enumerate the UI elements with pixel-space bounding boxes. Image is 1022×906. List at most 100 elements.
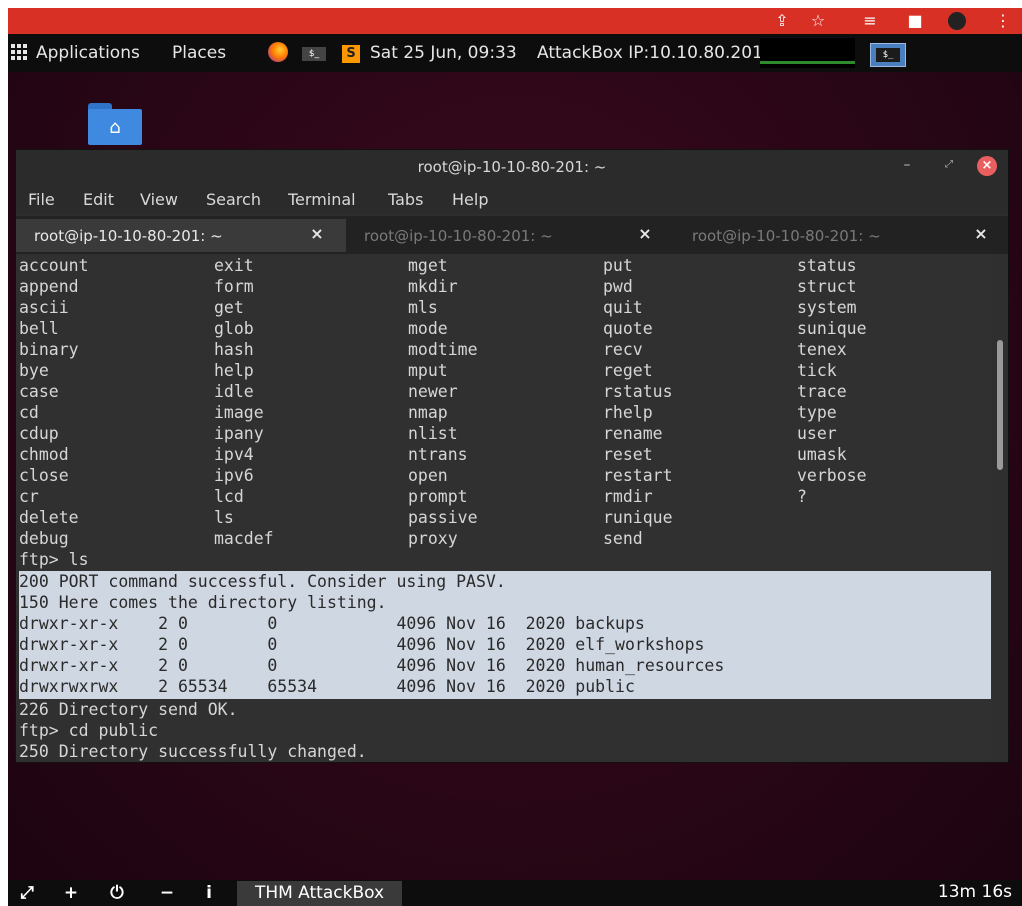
- ftp-command: prompt: [408, 487, 468, 506]
- output-line: 226 Directory send OK.: [19, 700, 238, 719]
- minimize-icon[interactable]: –: [900, 158, 914, 172]
- home-icon: ⌂: [109, 117, 121, 138]
- menu-tabs[interactable]: Tabs: [388, 190, 423, 209]
- power-icon[interactable]: ⏻: [106, 882, 128, 904]
- tab-3[interactable]: root@ip-10-10-80-201: ~ ×: [674, 219, 1008, 252]
- close-window-icon[interactable]: ×: [977, 156, 997, 176]
- ftp-command: rstatus: [603, 382, 673, 401]
- terminal-output[interactable]: account exit mget put status append form mkdir p…: [16, 254, 992, 762]
- ftp-command: cd: [19, 403, 39, 422]
- ftp-command: mput: [408, 361, 448, 380]
- maximize-icon[interactable]: ⤢: [942, 158, 956, 172]
- tab-1[interactable]: root@ip-10-10-80-201: ~ ×: [16, 219, 346, 252]
- info-icon[interactable]: i: [198, 882, 220, 904]
- ftp-command: ipv6: [214, 466, 254, 485]
- ftp-command: umask: [797, 445, 847, 464]
- firefox-launcher-icon[interactable]: [268, 42, 288, 62]
- listing-row: drwxrwxrwx 2 65534 65534 4096 Nov 16 202…: [19, 677, 635, 696]
- ftp-command: struct: [797, 277, 857, 296]
- minus-icon[interactable]: −: [156, 882, 178, 904]
- tab-2[interactable]: root@ip-10-10-80-201: ~ ×: [346, 219, 674, 252]
- ftp-command: mkdir: [408, 277, 458, 296]
- ftp-command: ls: [214, 508, 234, 527]
- window-titlebar[interactable]: root@ip-10-10-80-201: ~ – ⤢ ×: [16, 150, 1008, 184]
- output-line: 200 PORT command successful. Consider us…: [19, 572, 506, 591]
- terminal-panel-icon[interactable]: $_: [870, 43, 906, 67]
- ftp-command: idle: [214, 382, 254, 401]
- profile-avatar[interactable]: [948, 12, 966, 30]
- menu-bar: File Edit View Search Terminal Tabs Help: [16, 184, 1008, 214]
- share-icon[interactable]: ⇪: [772, 11, 792, 31]
- attackbox-ip: AttackBox IP:10.10.80.201: [537, 43, 763, 63]
- more-menu-icon[interactable]: ⋮: [993, 11, 1013, 31]
- ftp-command: get: [214, 298, 244, 317]
- ftp-command: append: [19, 277, 79, 296]
- tab-3-close-icon[interactable]: ×: [972, 225, 990, 243]
- ftp-command: send: [603, 529, 643, 548]
- ftp-command: ipv4: [214, 445, 254, 464]
- ftp-command: glob: [214, 319, 254, 338]
- ftp-command: modtime: [408, 340, 478, 359]
- window-title: root@ip-10-10-80-201: ~: [417, 158, 607, 176]
- output-line: 250 Directory successfully changed.: [19, 742, 367, 761]
- menu-view[interactable]: View: [140, 190, 178, 209]
- ftp-command: ?: [797, 487, 807, 506]
- ftp-command: tick: [797, 361, 837, 380]
- browser-toolbar: ⇪ ☆ ≡ ■ ⋮: [8, 8, 1022, 34]
- menu-terminal[interactable]: Terminal: [288, 190, 356, 209]
- tab-bar: root@ip-10-10-80-201: ~ × root@ip-10-10-…: [16, 216, 1008, 254]
- ftp-command: passive: [408, 508, 478, 527]
- bottom-dock: ⤢ + ⏻ − i THM AttackBox 13m 16s: [8, 880, 1022, 906]
- tab-2-label: root@ip-10-10-80-201: ~: [364, 227, 553, 245]
- session-timer: 13m 16s: [937, 882, 1012, 902]
- ftp-command: cdup: [19, 424, 59, 443]
- ftp-command: mget: [408, 256, 448, 275]
- ftp-command: rename: [603, 424, 663, 443]
- desktop: ⇪ ☆ ≡ ■ ⋮ Applications Places $_ S Sat 2…: [8, 8, 1022, 906]
- ftp-command: bell: [19, 319, 59, 338]
- menu-file[interactable]: File: [28, 190, 55, 209]
- tab-1-close-icon[interactable]: ×: [308, 225, 326, 243]
- ftp-command: nlist: [408, 424, 458, 443]
- menu-edit[interactable]: Edit: [83, 190, 114, 209]
- system-monitor-graph: [760, 38, 855, 68]
- listing-row: drwxr-xr-x 2 0 0 4096 Nov 16 2020 human_…: [19, 656, 725, 675]
- ftp-command: binary: [19, 340, 79, 359]
- applications-menu[interactable]: Applications: [36, 43, 140, 63]
- menu-help[interactable]: Help: [452, 190, 488, 209]
- ftp-command: form: [214, 277, 254, 296]
- ftp-command: pwd: [603, 277, 633, 296]
- attackbox-task-button[interactable]: THM AttackBox: [237, 881, 402, 906]
- ftp-command: macdef: [214, 529, 274, 548]
- ftp-command: open: [408, 466, 448, 485]
- terminal-launcher-icon[interactable]: $_: [302, 47, 326, 61]
- media-queue-icon[interactable]: ≡: [860, 11, 880, 31]
- resize-icon[interactable]: ⤢: [16, 882, 38, 904]
- ftp-command: close: [19, 466, 69, 485]
- ftp-command: exit: [214, 256, 254, 275]
- ftp-command: nmap: [408, 403, 448, 422]
- add-icon[interactable]: +: [60, 882, 82, 904]
- ftp-command: rmdir: [603, 487, 653, 506]
- ftp-command: sunique: [797, 319, 867, 338]
- ftp-command: hash: [214, 340, 254, 359]
- sublime-text-launcher-icon[interactable]: S: [342, 45, 360, 63]
- menu-search[interactable]: Search: [206, 190, 261, 209]
- clock[interactable]: Sat 25 Jun, 09:33: [370, 43, 517, 63]
- ftp-command: proxy: [408, 529, 458, 548]
- ftp-command: ipany: [214, 424, 264, 443]
- tab-1-label: root@ip-10-10-80-201: ~: [34, 227, 223, 245]
- scrollbar-thumb[interactable]: [997, 340, 1003, 470]
- ftp-command: ascii: [19, 298, 69, 317]
- terminal-scrollbar[interactable]: [992, 254, 1008, 762]
- places-menu[interactable]: Places: [172, 43, 226, 63]
- ftp-command: help: [214, 361, 254, 380]
- home-folder-icon[interactable]: ⌂: [88, 103, 142, 145]
- tab-2-close-icon[interactable]: ×: [636, 225, 654, 243]
- ftp-command: mls: [408, 298, 438, 317]
- selected-output: 200 PORT command successful. Consider us…: [19, 571, 991, 699]
- bookmark-star-icon[interactable]: ☆: [808, 11, 828, 31]
- ftp-command: newer: [408, 382, 458, 401]
- ftp-command: recv: [603, 340, 643, 359]
- window-toggle-icon[interactable]: ■: [905, 11, 925, 31]
